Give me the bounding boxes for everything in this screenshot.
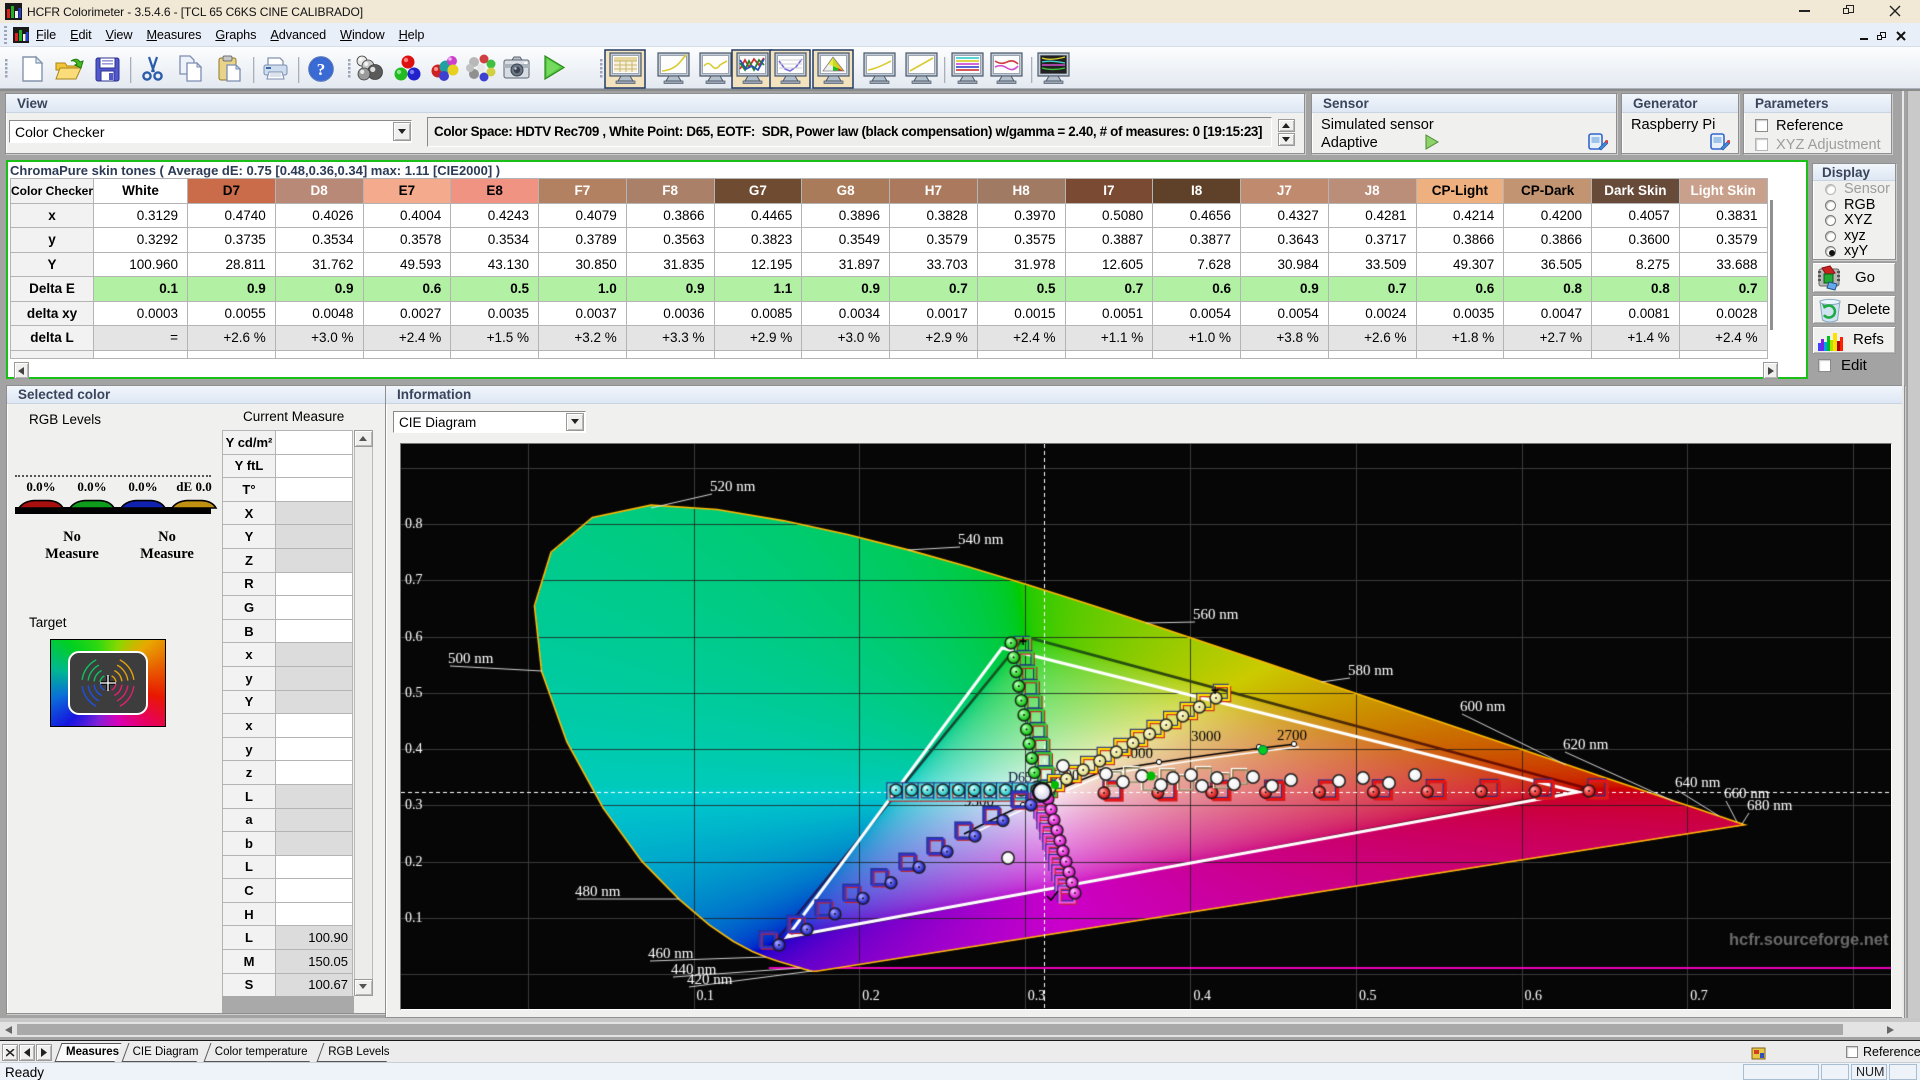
svg-text:?: ? — [317, 60, 326, 79]
